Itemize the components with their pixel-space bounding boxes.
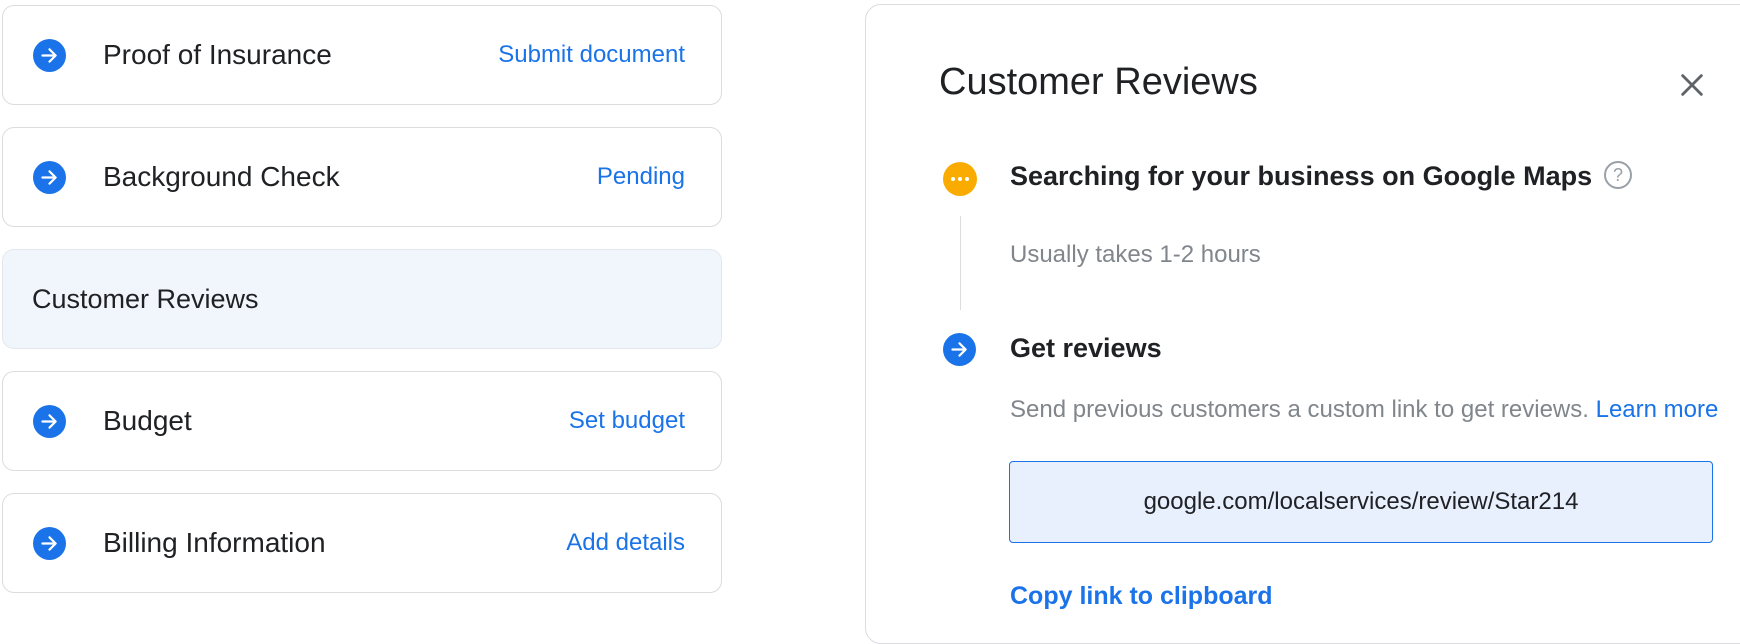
task-label: Billing Information	[103, 527, 326, 558]
add-details-link[interactable]: Add details	[566, 529, 685, 557]
task-label: Proof of Insurance	[103, 39, 332, 70]
copy-link-button[interactable]: Copy link to clipboard	[1010, 582, 1273, 611]
close-button[interactable]	[1674, 67, 1710, 103]
submit-document-link[interactable]: Submit document	[498, 41, 685, 69]
arrow-right-circle-icon	[33, 38, 66, 72]
step-connector-line	[960, 216, 961, 310]
task-card-background-check[interactable]: Background Check Pending	[2, 127, 722, 227]
task-label: Background Check	[103, 161, 340, 192]
help-icon[interactable]: ?	[1604, 161, 1632, 189]
arrow-right-circle-icon	[943, 333, 976, 366]
step-description-text: Send previous customers a custom link to…	[1010, 396, 1589, 423]
pending-status-link[interactable]: Pending	[597, 163, 685, 191]
task-list: Proof of Insurance Submit document Backg…	[2, 5, 722, 615]
customer-reviews-panel: Customer Reviews Searching for your busi…	[865, 4, 1740, 644]
task-card-proof-of-insurance[interactable]: Proof of Insurance Submit document	[2, 5, 722, 105]
learn-more-link[interactable]: Learn more	[1596, 396, 1719, 423]
step-title-get-reviews: Get reviews	[1010, 333, 1162, 363]
arrow-right-circle-icon	[33, 160, 66, 194]
review-link-field[interactable]: google.com/localservices/review/Star214	[1009, 461, 1713, 543]
task-card-customer-reviews[interactable]: Customer Reviews	[2, 249, 722, 349]
more-horizontal-icon	[943, 162, 977, 196]
close-icon	[1681, 74, 1703, 96]
step-description: Send previous customers a custom link to…	[1010, 391, 1730, 428]
set-budget-link[interactable]: Set budget	[569, 407, 685, 435]
arrow-right-circle-icon	[33, 526, 66, 560]
task-card-budget[interactable]: Budget Set budget	[2, 371, 722, 471]
step-subtitle-duration: Usually takes 1-2 hours	[1010, 241, 1261, 268]
panel-title: Customer Reviews	[939, 61, 1258, 103]
step-title-searching: Searching for your business on Google Ma…	[1010, 161, 1593, 191]
step-arrow-container	[943, 333, 976, 366]
task-label: Customer Reviews	[32, 283, 259, 314]
task-label: Budget	[103, 405, 192, 436]
task-card-billing-information[interactable]: Billing Information Add details	[2, 493, 722, 593]
arrow-right-circle-icon	[33, 404, 66, 438]
